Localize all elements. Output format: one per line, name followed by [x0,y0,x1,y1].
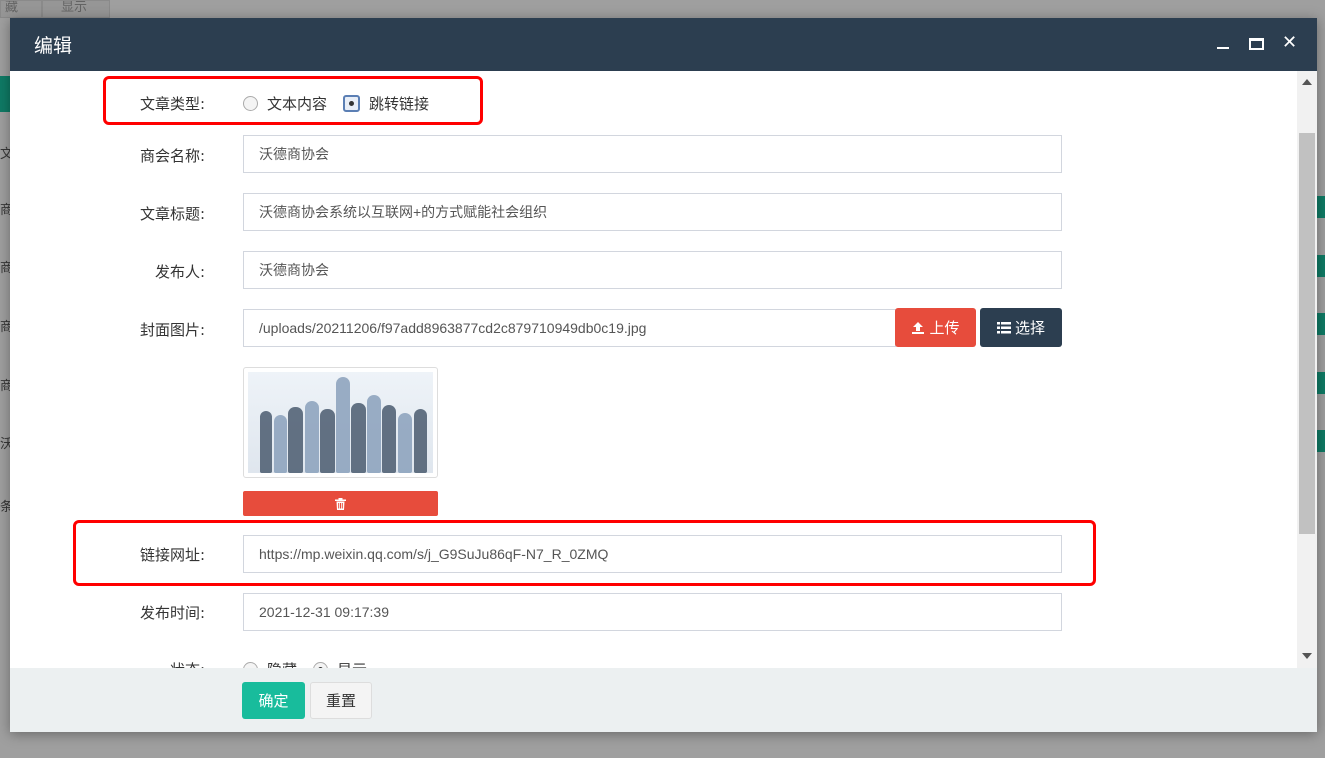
confirm-button[interactable]: 确定 [242,682,305,719]
thumbnail-figure [305,401,319,473]
trash-icon [335,497,346,510]
list-icon [996,321,1011,333]
maximize-icon[interactable] [1249,38,1264,50]
thumbnail-figure [414,409,427,473]
article-type-label: 文章类型: [139,95,205,113]
chamber-name-label: 商会名称: [139,147,205,165]
radio-text-content[interactable] [243,96,258,111]
cover-image-label: 封面图片: [139,321,205,339]
scroll-up-arrow-icon[interactable] [1302,79,1312,85]
scroll-thumb[interactable] [1299,133,1315,534]
reset-button[interactable]: 重置 [310,682,372,719]
publish-time-input[interactable] [243,593,1062,631]
radio-jump-link[interactable] [343,95,361,112]
link-url-label: 链接网址: [139,546,205,564]
radio-shown-label[interactable]: 显示 [337,659,367,668]
delete-image-button[interactable] [243,491,438,516]
scroll-down-arrow-icon[interactable] [1302,653,1312,659]
thumbnail-figure [367,395,381,473]
choose-button-label: 选择 [1014,319,1045,337]
article-title-label: 文章标题: [139,205,205,223]
minimize-icon[interactable] [1217,47,1229,49]
edit-modal: 编辑 ✕ 文章类型: 文本内容 跳转链接 商会名称: 文章标题: 发布人: 封面… [10,18,1317,732]
status-radio-group: 隐藏 显示 [243,659,383,668]
modal-scrollbar[interactable] [1297,71,1317,668]
radio-hidden-label[interactable]: 隐藏 [267,659,297,668]
radio-text-content-label[interactable]: 文本内容 [267,93,327,114]
cover-image-thumbnail[interactable] [243,367,438,478]
upload-button-label: 上传 [929,319,960,337]
publish-time-label: 发布时间: [139,604,205,622]
close-icon[interactable]: ✕ [1282,32,1297,53]
radio-jump-link-label[interactable]: 跳转链接 [369,93,429,114]
thumbnail-figure [260,411,272,473]
thumbnail-figure [351,403,366,473]
modal-title: 编辑 [34,35,73,57]
upload-icon [912,321,925,334]
thumbnail-figure [274,415,287,473]
article-type-radio-group: 文本内容 跳转链接 [243,93,445,114]
article-title-input[interactable] [243,193,1062,231]
link-url-input[interactable] [243,535,1062,573]
modal-footer: 确定 重置 [10,668,1317,732]
publisher-input[interactable] [243,251,1062,289]
publisher-label: 发布人: [154,263,205,281]
chamber-name-input[interactable] [243,135,1062,173]
cover-image-preview [248,372,433,473]
cover-image-input[interactable] [243,309,896,347]
status-label: 状态: [10,659,205,668]
thumbnail-figure [382,405,396,473]
thumbnail-figure [336,377,350,473]
upload-button[interactable]: 上传 [895,308,976,347]
modal-header[interactable]: 编辑 ✕ [10,18,1317,71]
thumbnail-figure [288,407,303,473]
thumbnail-figure [320,409,335,473]
thumbnail-figure [398,413,412,473]
choose-button[interactable]: 选择 [980,308,1062,347]
modal-body: 文章类型: 文本内容 跳转链接 商会名称: 文章标题: 发布人: 封面图片: 上… [10,71,1297,668]
